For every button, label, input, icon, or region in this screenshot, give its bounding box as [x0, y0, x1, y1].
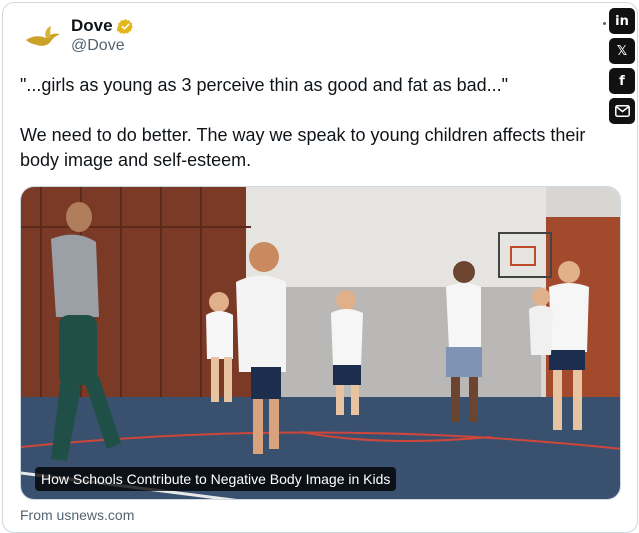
facebook-share-button[interactable]: f	[609, 68, 635, 94]
x-share-button[interactable]: 𝕏	[609, 38, 635, 64]
x-icon: 𝕏	[616, 43, 628, 59]
verified-badge-icon	[116, 18, 133, 34]
link-card-title[interactable]: How Schools Contribute to Negative Body …	[35, 467, 397, 491]
more-indicator	[603, 22, 606, 25]
linkedin-icon: in	[615, 13, 629, 29]
link-card-image[interactable]: How Schools Contribute to Negative Body …	[20, 186, 621, 500]
tweet-quote: "...girls as young as 3 perceive thin as…	[20, 75, 509, 95]
linkedin-share-button[interactable]: in	[609, 8, 635, 34]
facebook-icon: f	[619, 73, 625, 89]
email-share-button[interactable]	[609, 98, 635, 124]
gym-photo	[21, 187, 620, 499]
dove-logo-icon[interactable]	[22, 16, 64, 58]
author-name[interactable]: Dove	[71, 16, 113, 36]
author-handle[interactable]: @Dove	[71, 37, 125, 55]
link-source[interactable]: From usnews.com	[20, 507, 134, 523]
email-icon	[614, 105, 630, 117]
tweet-body: We need to do better. The way we speak t…	[20, 125, 586, 170]
tweet-text: "...girls as young as 3 perceive thin as…	[20, 73, 620, 173]
